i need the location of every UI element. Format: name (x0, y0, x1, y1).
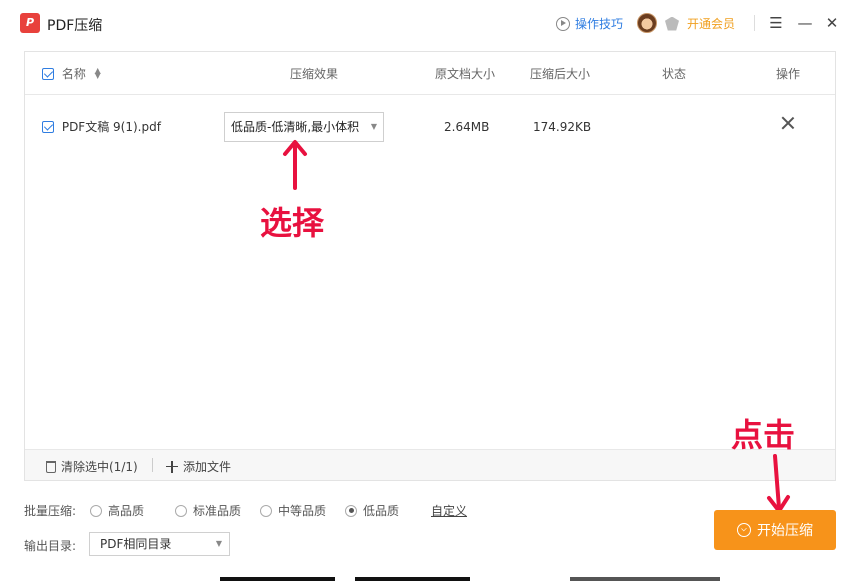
header-name[interactable]: 名称 ▲ ▼ (42, 65, 101, 82)
panel-footer: 清除选中(1/1) 添加文件 (25, 449, 835, 480)
radio-label: 中等品质 (278, 504, 327, 518)
file-name: PDF文稿 9(1).pdf (61, 120, 161, 134)
output-dir-value: PDF相同目录 (100, 537, 172, 551)
taskbar-strip (0, 577, 860, 581)
radio-label: 标准品质 (193, 504, 242, 518)
title-bar: P PDF压缩 操作技巧 开通会员 ☰ — ✕ (0, 0, 860, 46)
radio-selected-icon (345, 504, 357, 517)
annotation-arrow-down-icon (767, 454, 790, 513)
app-title: PDF压缩 (47, 18, 103, 34)
radio-high-quality[interactable]: 高品质 (90, 502, 144, 519)
header-action: 操作 (776, 67, 801, 81)
header-orig-size: 原文档大小 (435, 67, 496, 81)
file-list-panel: 名称 ▲ ▼ 压缩效果 原文档大小 压缩后大小 状态 操作 PDF文稿 9(1).… (24, 51, 836, 481)
header-effect: 压缩效果 (290, 67, 339, 81)
delete-row-icon[interactable] (779, 114, 797, 132)
footer-divider (152, 458, 153, 472)
tips-button[interactable]: 操作技巧 (556, 15, 623, 32)
output-dir-select[interactable]: PDF相同目录 ▼ (89, 532, 230, 556)
chevron-down-icon: ▼ (215, 539, 222, 548)
diamond-icon (737, 523, 751, 537)
annotation-arrow-up-icon (283, 140, 307, 190)
play-circle-icon (556, 16, 570, 31)
header-status: 状态 (662, 67, 687, 81)
header-name-label: 名称 (61, 67, 86, 81)
radio-standard-quality[interactable]: 标准品质 (175, 502, 241, 519)
row-checkbox[interactable] (42, 121, 54, 133)
chevron-down-icon: ▼ (370, 122, 377, 131)
select-all-checkbox[interactable] (42, 68, 54, 80)
custom-link[interactable]: 自定义 (431, 502, 467, 519)
avatar[interactable] (637, 13, 657, 33)
sort-icon[interactable]: ▲ ▼ (95, 67, 101, 80)
diamond-icon (665, 16, 679, 31)
radio-medium-quality[interactable]: 中等品质 (260, 502, 326, 519)
close-button[interactable]: ✕ (822, 13, 842, 33)
radio-low-quality[interactable]: 低品质 (345, 502, 399, 519)
plus-icon (166, 460, 178, 473)
orig-size-cell: 2.64MB (444, 120, 490, 134)
table-header: 名称 ▲ ▼ 压缩效果 原文档大小 压缩后大小 状态 操作 (25, 52, 835, 95)
output-dir-label: 输出目录: (24, 539, 77, 553)
annotation-click-text: 点击 (731, 416, 796, 454)
start-compress-button[interactable]: 开始压缩 (714, 510, 836, 550)
radio-label: 低品质 (363, 504, 400, 518)
annotation-select-text: 选择 (260, 204, 325, 242)
vip-label: 开通会员 (687, 17, 736, 31)
clear-selected-button[interactable]: 清除选中(1/1) (46, 458, 138, 475)
app-logo-icon: P (20, 13, 40, 33)
trash-icon (46, 460, 56, 473)
radio-circle-icon (260, 504, 272, 517)
radio-circle-icon (90, 504, 102, 517)
radio-label: 高品质 (108, 504, 145, 518)
menu-icon[interactable]: ☰ (766, 13, 786, 33)
header-new-size: 压缩后大小 (530, 67, 591, 81)
start-compress-label: 开始压缩 (757, 523, 813, 539)
tips-label: 操作技巧 (575, 17, 624, 31)
file-name-cell: PDF文稿 9(1).pdf (42, 118, 161, 135)
batch-compress-label: 批量压缩: (24, 504, 77, 518)
radio-circle-icon (175, 504, 187, 517)
minimize-button[interactable]: — (795, 13, 815, 33)
clear-selected-label: 清除选中(1/1) (61, 460, 138, 474)
new-size-cell: 174.92KB (533, 120, 592, 134)
add-file-button[interactable]: 添加文件 (166, 458, 231, 475)
add-file-label: 添加文件 (183, 460, 232, 474)
title-divider (754, 15, 755, 31)
effect-value: 低品质-低清晰,最小体积 (231, 120, 360, 134)
table-row: PDF文稿 9(1).pdf 低品质-低清晰,最小体积 ▼ 2.64MB 174… (25, 104, 835, 144)
vip-button[interactable]: 开通会员 (665, 15, 735, 32)
